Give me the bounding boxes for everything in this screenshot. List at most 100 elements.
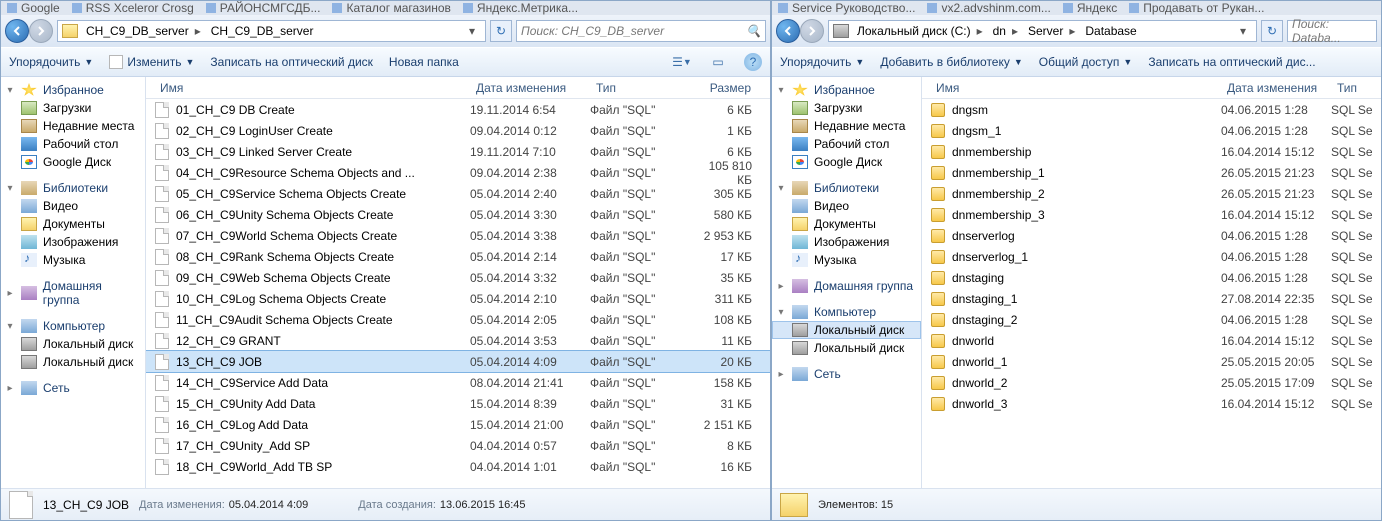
organize-button[interactable]: Упорядочить▼ (780, 55, 864, 69)
collapse-icon[interactable]: ▾ (5, 85, 15, 96)
nav-desktop[interactable]: Рабочий стол (1, 135, 145, 153)
browser-tab[interactable]: RSS Xceleror Crosg (66, 1, 200, 15)
file-row[interactable]: 06_CH_C9Unity Schema Objects Create05.04… (146, 204, 770, 225)
file-row[interactable]: 07_CH_C9World Schema Objects Create05.04… (146, 225, 770, 246)
nav-desktop[interactable]: Рабочий стол (772, 135, 921, 153)
libraries-group[interactable]: ▾Библиотеки (1, 179, 145, 197)
file-list[interactable]: dngsm04.06.2015 1:28SQL Sedngsm_104.06.2… (922, 99, 1381, 488)
browser-tab[interactable]: Каталог магазинов (326, 1, 456, 15)
nav-forward-button[interactable] (29, 19, 53, 43)
nav-images[interactable]: Изображения (1, 233, 145, 251)
breadcrumb-segment[interactable]: dn (989, 24, 1010, 38)
file-row[interactable]: dnstaging_204.06.2015 1:28SQL Se (922, 309, 1381, 330)
organize-button[interactable]: Упорядочить▼ (9, 55, 93, 69)
search-input[interactable]: Поиск: Databa... (1287, 20, 1377, 42)
file-row[interactable]: 05_CH_C9Service Schema Objects Create05.… (146, 183, 770, 204)
file-row[interactable]: dnstaging04.06.2015 1:28SQL Se (922, 267, 1381, 288)
column-type[interactable]: Тип (1331, 81, 1381, 95)
nav-video[interactable]: Видео (772, 197, 921, 215)
file-row[interactable]: dnmembership_316.04.2014 15:12SQL Se (922, 204, 1381, 225)
nav-google-disk[interactable]: Google Диск (772, 153, 921, 171)
collapse-icon[interactable]: ▾ (5, 321, 15, 332)
nav-local-disk[interactable]: Локальный диск (772, 321, 921, 339)
file-row[interactable]: dngsm_104.06.2015 1:28SQL Se (922, 120, 1381, 141)
new-folder-button[interactable]: Новая папка (389, 55, 459, 69)
breadcrumb[interactable]: CH_C9_DB_server▸ CH_C9_DB_server ▾ (57, 20, 486, 42)
file-row[interactable]: 12_CH_C9 GRANT05.04.2014 3:53Файл "SQL"1… (146, 330, 770, 351)
file-row[interactable]: 11_CH_C9Audit Schema Objects Create05.04… (146, 309, 770, 330)
breadcrumb-segment[interactable]: Локальный диск (C:) (853, 24, 975, 38)
nav-images[interactable]: Изображения (772, 233, 921, 251)
view-button[interactable]: ☰▼ (672, 52, 692, 72)
file-row[interactable]: 01_CH_C9 DB Create19.11.2014 6:54Файл "S… (146, 99, 770, 120)
breadcrumb-segment[interactable]: Server (1024, 24, 1067, 38)
browser-tab[interactable]: РАЙОНСМГСДБ... (200, 1, 327, 15)
nav-google-disk[interactable]: Google Диск (1, 153, 145, 171)
expand-icon[interactable]: ▸ (5, 288, 15, 299)
file-row[interactable]: dnserverlog_104.06.2015 1:28SQL Se (922, 246, 1381, 267)
breadcrumb[interactable]: Локальный диск (C:)▸ dn▸ Server▸ Databas… (828, 20, 1257, 42)
file-row[interactable]: dnworld_225.05.2015 17:09SQL Se (922, 372, 1381, 393)
file-row[interactable]: dngsm04.06.2015 1:28SQL Se (922, 99, 1381, 120)
column-type[interactable]: Тип (590, 81, 700, 95)
burn-button[interactable]: Записать на оптический диск (210, 55, 373, 69)
file-row[interactable]: 03_CH_C9 Linked Server Create19.11.2014 … (146, 141, 770, 162)
search-input[interactable]: Поиск: CH_C9_DB_server 🔍 (516, 20, 766, 42)
favorites-group[interactable]: ▾Избранное (1, 81, 145, 99)
file-row[interactable]: dnmembership_126.05.2015 21:23SQL Se (922, 162, 1381, 183)
nav-downloads[interactable]: Загрузки (772, 99, 921, 117)
refresh-button[interactable]: ↻ (1261, 20, 1283, 42)
file-row[interactable]: 02_CH_C9 LoginUser Create09.04.2014 0:12… (146, 120, 770, 141)
nav-local-disk[interactable]: Локальный диск (772, 339, 921, 357)
browser-tab[interactable]: Яндекс.Метрика... (457, 1, 584, 15)
file-row[interactable]: dnmembership16.04.2014 15:12SQL Se (922, 141, 1381, 162)
column-date[interactable]: Дата изменения (1221, 81, 1331, 95)
browser-tab[interactable]: Яндекс (1057, 1, 1123, 15)
nav-forward-button[interactable] (800, 19, 824, 43)
browser-tab[interactable]: Google (1, 1, 66, 15)
column-name[interactable]: Имя (154, 81, 470, 95)
network-group[interactable]: ▸Сеть (772, 365, 921, 383)
chevron-down-icon[interactable]: ▾ (463, 24, 481, 38)
help-button[interactable]: ? (744, 53, 762, 71)
expand-icon[interactable]: ▸ (5, 383, 15, 394)
nav-documents[interactable]: Документы (772, 215, 921, 233)
homegroup[interactable]: ▸Домашняя группа (772, 277, 921, 295)
nav-downloads[interactable]: Загрузки (1, 99, 145, 117)
chevron-right-icon[interactable]: ▸ (193, 24, 203, 38)
nav-recent[interactable]: Недавние места (772, 117, 921, 135)
chevron-right-icon[interactable]: ▸ (1067, 24, 1077, 38)
file-row[interactable]: dnworld16.04.2014 15:12SQL Se (922, 330, 1381, 351)
computer-group[interactable]: ▾Компьютер (1, 317, 145, 335)
nav-back-button[interactable] (5, 19, 29, 43)
breadcrumb-segment[interactable]: Database (1081, 24, 1140, 38)
file-row[interactable]: 18_CH_C9World_Add TB SP04.04.2014 1:01Фа… (146, 456, 770, 477)
file-row[interactable]: 15_CH_C9Unity Add Data15.04.2014 8:39Фай… (146, 393, 770, 414)
file-row[interactable]: dnserverlog04.06.2015 1:28SQL Se (922, 225, 1381, 246)
preview-pane-button[interactable]: ▭ (708, 52, 728, 72)
file-row[interactable]: 04_CH_C9Resource Schema Objects and ...0… (146, 162, 770, 183)
nav-back-button[interactable] (776, 19, 800, 43)
file-list[interactable]: 01_CH_C9 DB Create19.11.2014 6:54Файл "S… (146, 99, 770, 488)
nav-recent[interactable]: Недавние места (1, 117, 145, 135)
breadcrumb-segment[interactable]: CH_C9_DB_server (82, 24, 193, 38)
breadcrumb-segment[interactable]: CH_C9_DB_server (207, 24, 318, 38)
column-size[interactable]: Размер (700, 81, 770, 95)
homegroup[interactable]: ▸Домашняя группа (1, 277, 145, 309)
collapse-icon[interactable]: ▾ (5, 183, 15, 194)
file-row[interactable]: 10_CH_C9Log Schema Objects Create05.04.2… (146, 288, 770, 309)
burn-button[interactable]: Записать на оптический дис... (1148, 55, 1315, 69)
libraries-group[interactable]: ▾Библиотеки (772, 179, 921, 197)
edit-button[interactable]: Изменить▼ (109, 55, 194, 69)
file-row[interactable]: 14_CH_C9Service Add Data08.04.2014 21:41… (146, 372, 770, 393)
refresh-button[interactable]: ↻ (490, 20, 512, 42)
nav-music[interactable]: Музыка (1, 251, 145, 269)
browser-tab[interactable]: Service Руководство... (772, 1, 921, 15)
nav-music[interactable]: Музыка (772, 251, 921, 269)
file-row[interactable]: 16_CH_C9Log Add Data15.04.2014 21:00Файл… (146, 414, 770, 435)
file-row[interactable]: 13_CH_C9 JOB05.04.2014 4:09Файл "SQL"20 … (146, 351, 770, 372)
file-row[interactable]: dnworld_316.04.2014 15:12SQL Se (922, 393, 1381, 414)
share-button[interactable]: Общий доступ▼ (1039, 55, 1133, 69)
chevron-right-icon[interactable]: ▸ (1010, 24, 1020, 38)
column-date[interactable]: Дата изменения (470, 81, 590, 95)
